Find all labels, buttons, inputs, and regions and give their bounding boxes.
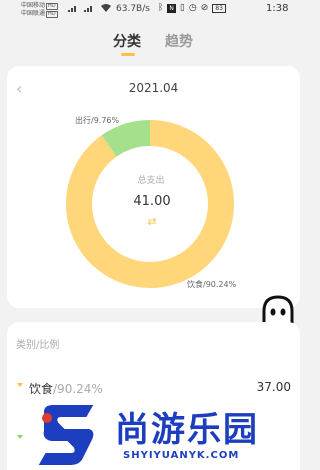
category-percent: /90.24% bbox=[53, 382, 103, 396]
mute-icon: ⊘ bbox=[200, 3, 209, 13]
donut-chart bbox=[66, 120, 234, 288]
watermark-url: SHYIYUANYK.COM bbox=[123, 450, 240, 461]
nfc-icon: N bbox=[167, 4, 176, 13]
tab-bar: 分类 趋势 bbox=[0, 31, 307, 59]
tab-trend[interactable]: 趋势 bbox=[165, 31, 193, 51]
expand-triangle-icon bbox=[17, 383, 23, 387]
slice-label-food: 饮食/90.24% bbox=[187, 280, 237, 289]
hd-tag: HD bbox=[46, 3, 58, 10]
carrier-1: 中国移动 HD bbox=[21, 2, 58, 10]
swap-icon[interactable]: ⇄ bbox=[141, 215, 163, 228]
tab-category[interactable]: 分类 bbox=[113, 31, 141, 51]
category-header: 类别/比例 bbox=[16, 340, 60, 351]
alarm-icon: ◷ bbox=[188, 3, 197, 13]
hd-tag: HD bbox=[46, 11, 58, 18]
slice-label-travel: 出行/9.76% bbox=[75, 116, 120, 125]
status-icons: ᛒ N ▯ ◷ ⊘ 83 bbox=[158, 3, 226, 14]
tab-indicator bbox=[121, 53, 135, 56]
net-speed: 63.7B/s bbox=[116, 4, 150, 14]
wifi-icon bbox=[101, 4, 111, 12]
status-bar: 中国移动 HD 中国联通 HD 63.7B/s ᛒ N ▯ ◷ ⊘ 83 1:38 bbox=[0, 0, 307, 20]
vibrate-icon: ▯ bbox=[179, 3, 185, 13]
carrier-2: 中国联通 HD bbox=[21, 10, 58, 18]
watermark-logo-icon bbox=[35, 403, 97, 467]
battery-icon: 83 bbox=[212, 4, 226, 13]
category-amount: 37.00 bbox=[256, 380, 291, 394]
expand-triangle-icon bbox=[17, 435, 23, 439]
clock: 1:38 bbox=[266, 3, 289, 14]
total-label: 总支出 bbox=[137, 176, 165, 186]
watermark-text: 尚游乐园 bbox=[115, 410, 259, 450]
slice-travel[interactable] bbox=[101, 120, 151, 157]
signal-icon bbox=[84, 6, 92, 12]
total-value: 41.00 bbox=[133, 194, 171, 209]
bluetooth-icon: ᛒ bbox=[158, 3, 164, 13]
signal-icon bbox=[68, 6, 76, 12]
list-item[interactable]: 饮食/90.24% 37.00 bbox=[7, 378, 300, 396]
chart-card: ‹ 2021.04 总支出 41.00 ⇄ 出行/9.76% 饮食/90.24% bbox=[7, 66, 300, 308]
watermark: 尚游乐园 SHYIYUANYK.COM bbox=[35, 400, 307, 470]
category-name: 饮食/90.24% bbox=[29, 382, 103, 396]
